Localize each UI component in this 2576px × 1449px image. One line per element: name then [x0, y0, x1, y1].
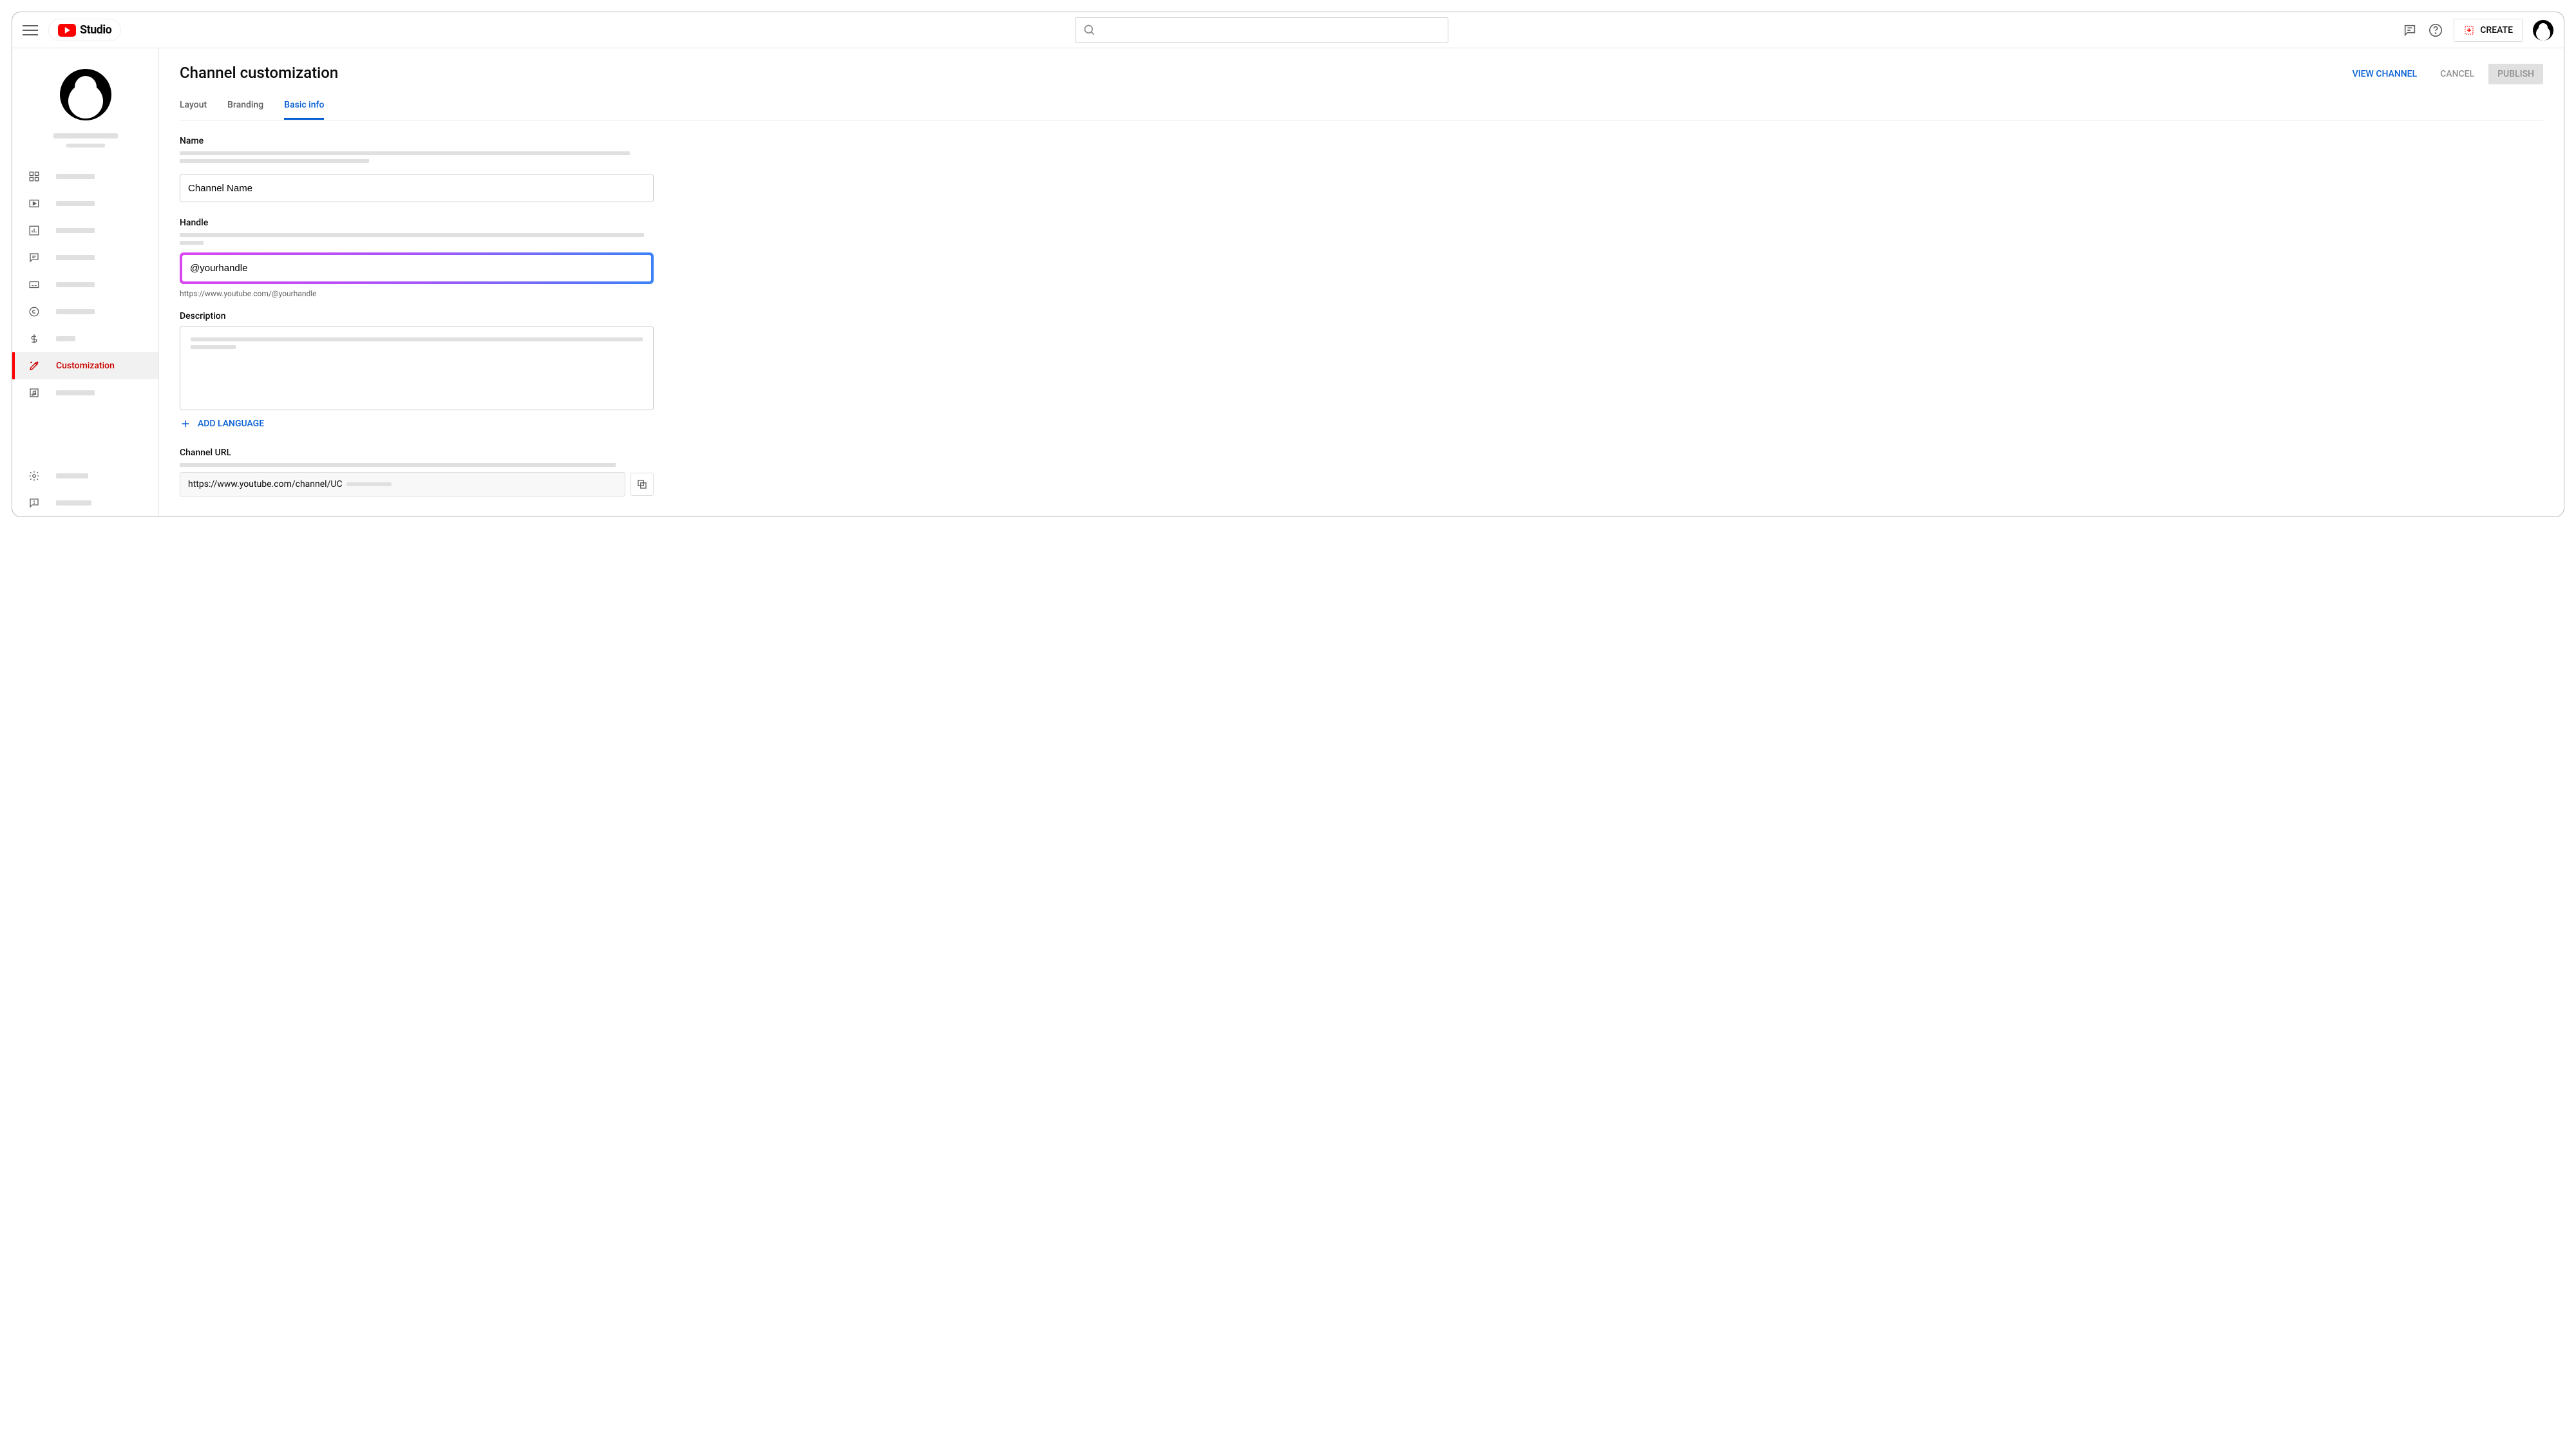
- account-avatar[interactable]: [2533, 20, 2553, 41]
- nav-dashboard[interactable]: [12, 163, 158, 190]
- chat-feedback-icon[interactable]: [2402, 23, 2418, 38]
- nav-customization[interactable]: Customization: [12, 352, 158, 379]
- copy-url-button[interactable]: [630, 473, 654, 496]
- nav-monetization[interactable]: [12, 325, 158, 352]
- topbar: Studio CREATE: [12, 12, 2564, 48]
- main-content: Channel customization VIEW CHANNEL CANCE…: [159, 48, 2564, 516]
- nav-copyright[interactable]: [12, 298, 158, 325]
- nav-send-feedback[interactable]: [12, 489, 158, 516]
- search-icon: [1083, 24, 1096, 37]
- nav-audio-library[interactable]: [12, 379, 158, 406]
- description-textarea[interactable]: [180, 327, 654, 410]
- handle-input-highlight: [180, 252, 654, 284]
- channel-name-placeholder: [53, 133, 118, 138]
- dollar-icon: [28, 332, 41, 345]
- nav-subtitles[interactable]: [12, 271, 158, 298]
- tabs: Layout Branding Basic info: [180, 92, 2543, 120]
- tab-layout[interactable]: Layout: [180, 92, 207, 120]
- copy-icon: [636, 478, 648, 490]
- menu-icon[interactable]: [23, 23, 38, 38]
- add-language-button[interactable]: ADD LANGUAGE: [180, 418, 654, 430]
- tab-branding[interactable]: Branding: [227, 92, 263, 120]
- copyright-icon: [28, 305, 41, 318]
- view-channel-button[interactable]: VIEW CHANNEL: [2344, 64, 2427, 84]
- handle-label: Handle: [180, 218, 654, 228]
- logo-text: Studio: [80, 23, 111, 37]
- create-button[interactable]: CREATE: [2454, 19, 2523, 42]
- dashboard-icon: [28, 170, 41, 183]
- channel-url-value: https://www.youtube.com/channel/UC: [188, 479, 343, 489]
- customization-icon: [28, 359, 41, 372]
- channel-name-input[interactable]: [180, 175, 654, 202]
- help-icon[interactable]: [2428, 23, 2443, 38]
- search-input[interactable]: [1075, 17, 1448, 43]
- name-label: Name: [180, 136, 654, 146]
- description-label: Description: [180, 311, 654, 321]
- logo[interactable]: Studio: [48, 19, 121, 41]
- settings-icon: [28, 469, 41, 482]
- cancel-button[interactable]: CANCEL: [2431, 64, 2483, 84]
- add-language-label: ADD LANGUAGE: [198, 419, 264, 429]
- nav-content[interactable]: [12, 190, 158, 217]
- publish-button: PUBLISH: [2488, 64, 2543, 84]
- handle-input[interactable]: [182, 255, 651, 281]
- feedback-icon: [28, 497, 41, 509]
- channel-url-input[interactable]: https://www.youtube.com/channel/UC: [180, 472, 625, 497]
- nav-comments[interactable]: [12, 244, 158, 271]
- youtube-icon: [58, 24, 76, 37]
- sidebar: Customization: [12, 48, 159, 516]
- create-label: CREATE: [2480, 25, 2513, 35]
- nav-settings[interactable]: [12, 462, 158, 489]
- plus-icon: [180, 418, 191, 430]
- tab-basic-info[interactable]: Basic info: [284, 92, 324, 120]
- channel-avatar[interactable]: [60, 69, 111, 120]
- analytics-icon: [28, 224, 41, 237]
- nav-analytics[interactable]: [12, 217, 158, 244]
- content-icon: [28, 197, 41, 210]
- subtitles-icon: [28, 278, 41, 291]
- nav-customization-label: Customization: [56, 361, 115, 371]
- create-plus-icon: [2463, 24, 2475, 36]
- audio-icon: [28, 386, 41, 399]
- channel-sub-placeholder: [66, 144, 105, 147]
- handle-url: https://www.youtube.com/@yourhandle: [180, 289, 654, 298]
- page-title: Channel customization: [180, 64, 338, 82]
- comments-icon: [28, 251, 41, 264]
- channel-url-label: Channel URL: [180, 448, 654, 458]
